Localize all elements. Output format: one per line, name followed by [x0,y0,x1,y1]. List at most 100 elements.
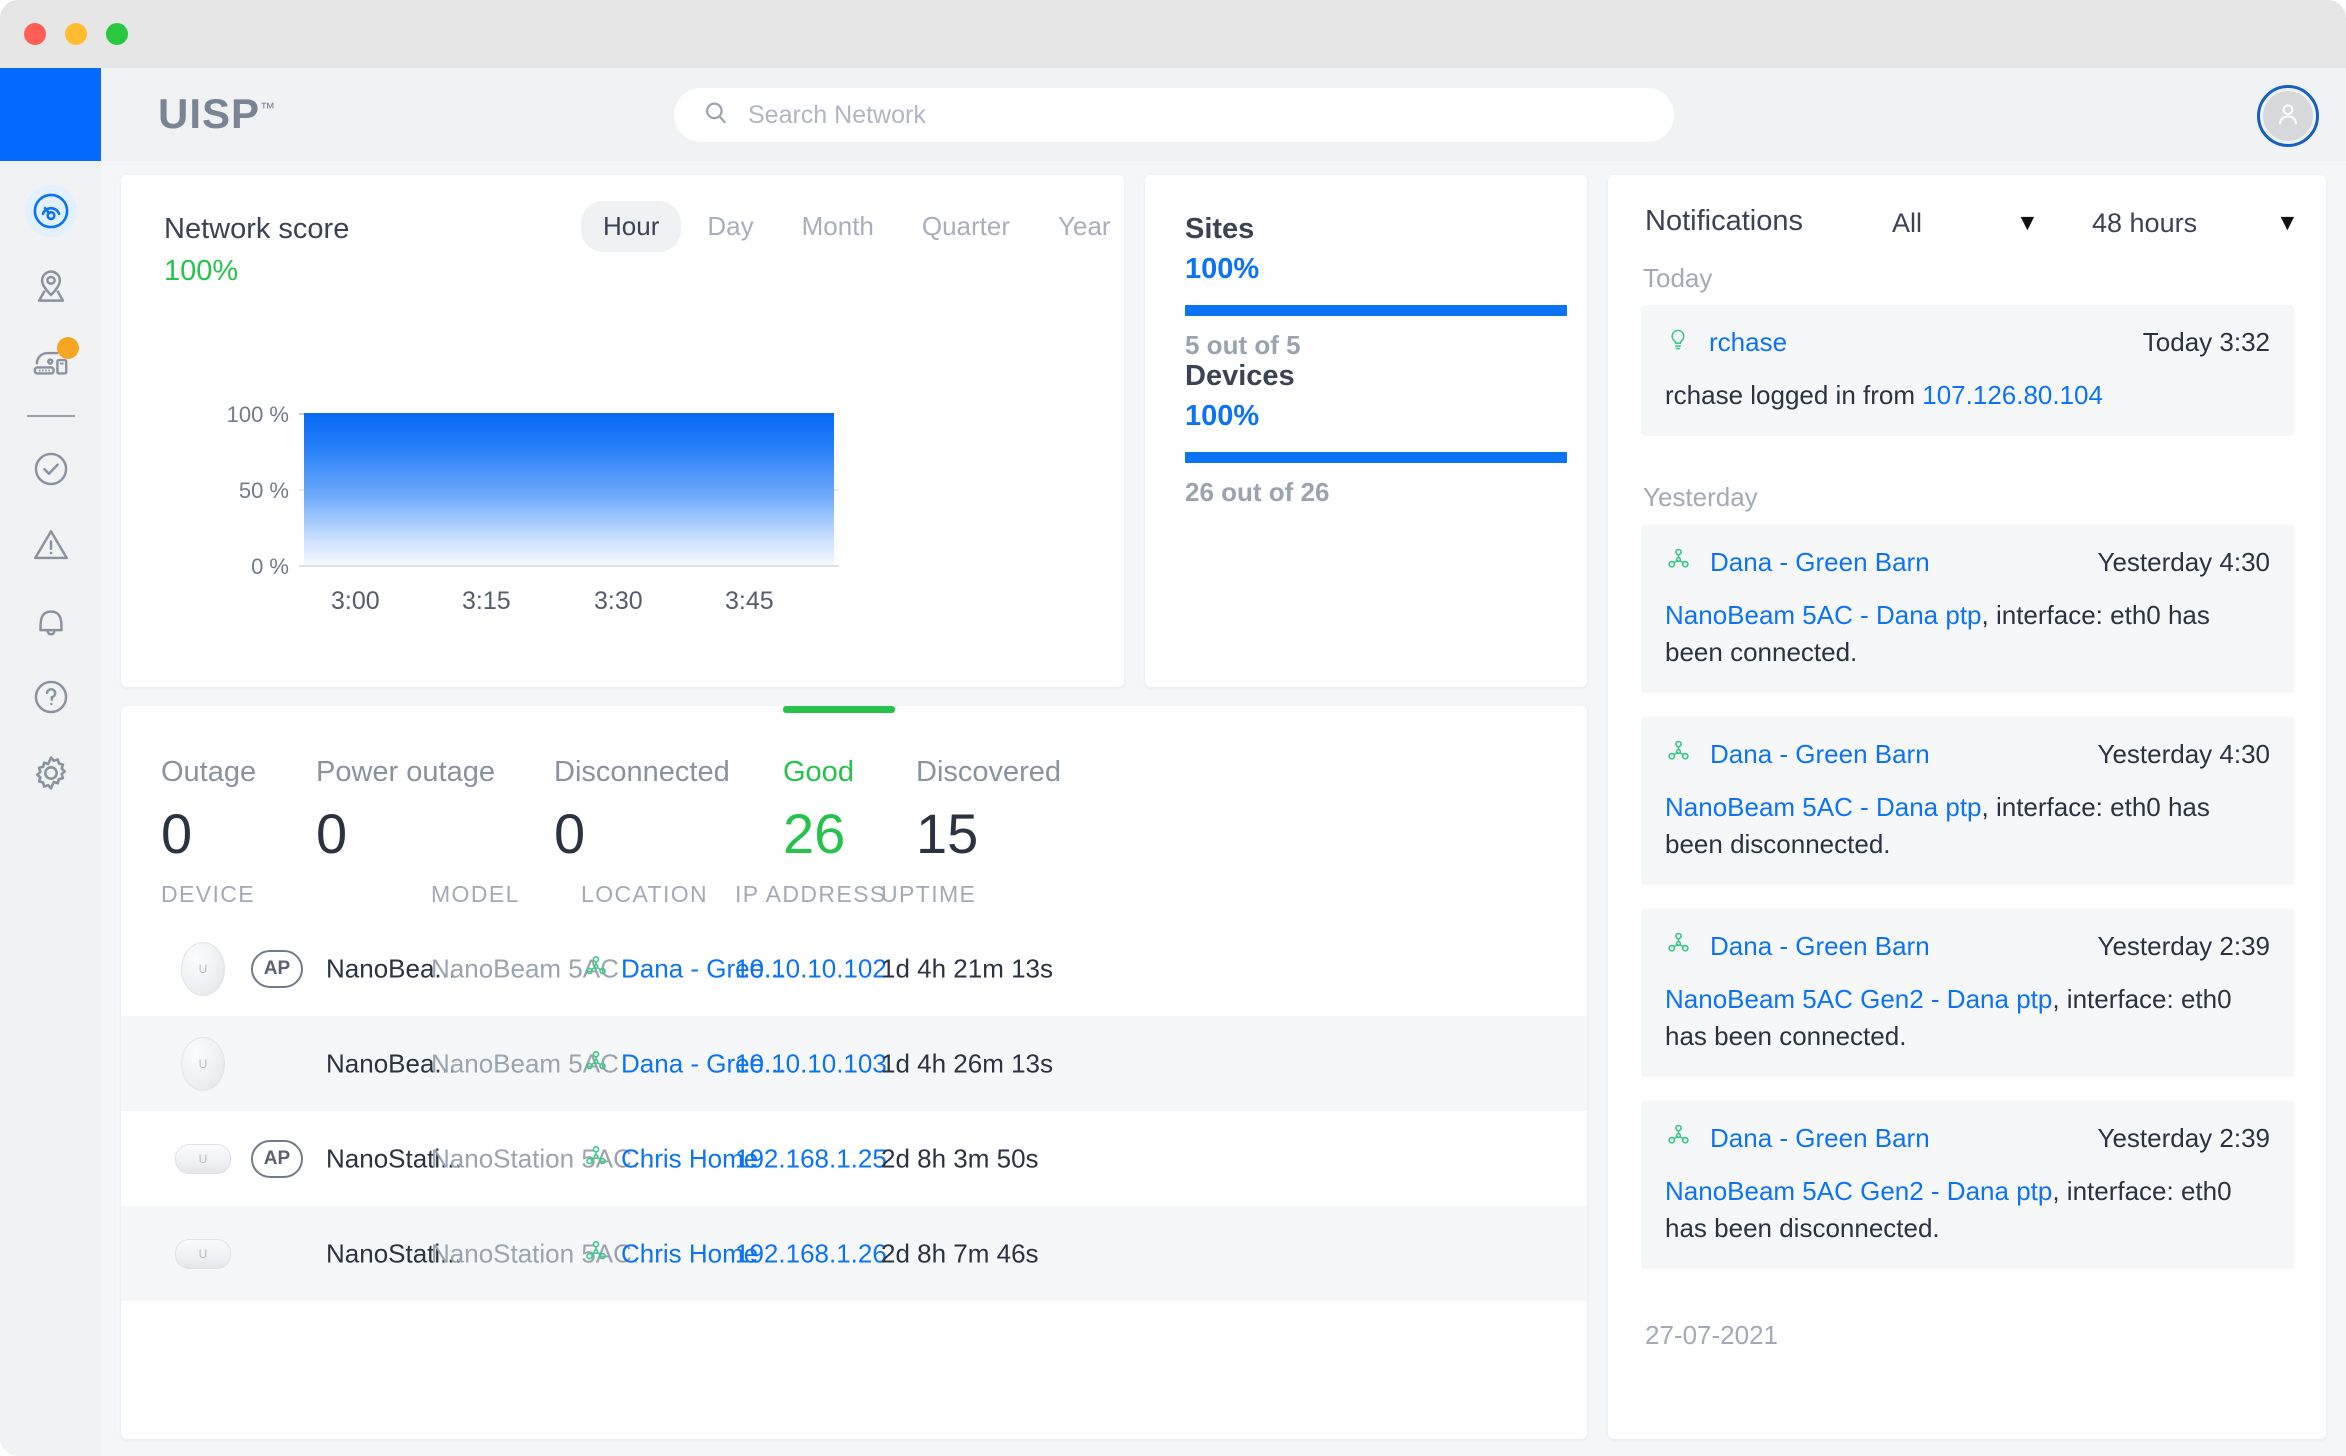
avatar[interactable] [2257,85,2319,147]
cell-ip[interactable]: 10.10.10.103 [735,1048,887,1079]
gridline-0 [299,565,839,567]
table-row[interactable]: U AP NanoStati... NanoStation 5AC... Chr… [121,1111,1587,1206]
sidebar-items [0,173,101,811]
search-icon [702,99,730,132]
maximize-window-button[interactable] [106,23,128,45]
ap-badge: AP [251,949,303,988]
notification-time-filter[interactable]: 48 hours [2092,208,2197,239]
notification-item[interactable]: Dana - Green Barn Yesterday 2:39 NanoBea… [1641,1101,2294,1269]
status-count-good: 26 [783,802,846,865]
app-window: UISP™ Search Network Network score 100% … [0,0,2346,1456]
sidebar-item-dashboard[interactable] [0,173,101,249]
sidebar-item-notifications[interactable] [0,583,101,659]
devices-card: Outage 0 Power outage 0 Disconnected 0 G… [121,706,1587,1439]
notification-item[interactable]: rchase Today 3:32 rchase logged in from … [1641,305,2294,436]
notification-body: rchase logged in from 107.126.80.104 [1665,377,2270,414]
notification-body-link[interactable]: NanoBeam 5AC Gen2 - Dana ptp [1665,1176,2052,1206]
notification-source[interactable]: Dana - Green Barn [1710,931,1930,962]
notification-item[interactable]: Dana - Green Barn Yesterday 4:30 NanoBea… [1641,717,2294,885]
check-circle-icon [30,448,72,490]
sites-sub: 5 out of 5 [1185,330,1301,360]
sidebar-item-help[interactable] [0,659,101,735]
site-topology-icon [583,1238,609,1269]
status-label-outage: Outage [161,756,257,788]
cell-ip[interactable]: 10.10.10.102 [735,953,887,984]
notifications-title: Notifications [1645,205,1803,237]
table-row[interactable]: U NanoStati... NanoStation 5AC... Chris … [121,1206,1587,1301]
sidebar-item-map[interactable] [0,249,101,325]
close-window-button[interactable] [24,23,46,45]
x-tick-1: 3:15 [462,587,511,615]
sidebar-item-settings[interactable] [0,735,101,811]
status-tab-power-outage[interactable]: Power outage 0 [316,756,495,866]
status-label-discovered: Discovered [916,756,1062,788]
status-tab-discovered[interactable]: Discovered 15 [916,756,1061,866]
notification-item[interactable]: Dana - Green Barn Yesterday 2:39 NanoBea… [1641,909,2294,1077]
lightbulb-icon [1665,326,1691,359]
site-topology-icon [583,1048,609,1079]
status-tab-disconnected[interactable]: Disconnected 0 [554,756,730,866]
warning-triangle-icon [30,524,72,566]
sites-progress-fill [1185,305,1567,316]
notification-source[interactable]: Dana - Green Barn [1710,739,1930,770]
range-tab-month[interactable]: Month [780,201,896,252]
status-tab-good[interactable]: Good 26 [783,756,854,866]
sites-devices-card: Sites 100% 5 out of 5 Devices 100% 26 ou… [1145,175,1587,687]
x-tick-0: 3:00 [331,587,380,615]
top-bar: UISP™ Search Network [101,68,2346,161]
app-logo-text: UISP [158,90,261,137]
cell-uptime: 1d 4h 21m 13s [881,953,1054,983]
nanostation-icon: U [175,1238,231,1269]
user-avatar-icon [2273,99,2303,134]
notification-type-filter[interactable]: All [1892,208,1922,239]
site-topology-icon [1665,738,1692,770]
notification-body-link[interactable]: NanoBeam 5AC - Dana ptp [1665,600,1982,630]
status-label-disconnected: Disconnected [554,756,730,788]
x-tick-2: 3:30 [594,587,643,615]
chevron-down-icon[interactable]: ▼ [2016,209,2039,236]
range-tab-hour[interactable]: Hour [581,201,682,252]
y-tick-50: 50 % [238,478,289,503]
notification-source[interactable]: Dana - Green Barn [1710,547,1930,578]
ap-badge: AP [251,1139,303,1178]
notification-group-today: Today [1643,263,1713,293]
app-logo: UISP™ [158,90,276,138]
status-count-disconnected: 0 [554,802,586,865]
notification-body-link[interactable]: NanoBeam 5AC - Dana ptp [1665,792,1982,822]
table-row[interactable]: U AP NanoBea... NanoBeam 5AC Dana - Gree… [121,921,1587,1016]
notification-body: NanoBeam 5AC Gen2 - Dana ptp, interface:… [1665,1173,2270,1247]
range-tab-day[interactable]: Day [685,201,775,252]
nanobeam-dish-icon: U [181,1036,225,1091]
notification-body: NanoBeam 5AC - Dana ptp, interface: eth0… [1665,789,2270,863]
notification-source[interactable]: rchase [1709,327,1787,358]
sidebar-brand-block [0,68,101,161]
notification-body-link[interactable]: 107.126.80.104 [1922,380,2103,410]
range-tab-quarter[interactable]: Quarter [900,201,1032,252]
site-topology-icon [1665,930,1692,962]
status-label-good: Good [783,756,854,788]
chevron-down-icon[interactable]: ▼ [2276,209,2299,236]
y-tick-0: 0 % [251,554,289,579]
col-header-location: LOCATION [581,881,709,907]
time-range-tabs: Hour Day Month Quarter Year [581,201,1133,252]
network-score-chart: 100 % 50 % 0 % 3:00 3:15 3:30 3:45 [121,315,1124,675]
cell-ip[interactable]: 192.168.1.26 [735,1238,887,1269]
devices-badge [57,337,79,359]
sidebar-item-alerts[interactable] [0,507,101,583]
status-tab-outage[interactable]: Outage 0 [161,756,256,866]
notification-body-prefix: rchase logged in from [1665,380,1923,410]
notification-source[interactable]: Dana - Green Barn [1710,1123,1930,1154]
search-input[interactable]: Search Network [674,88,1674,142]
window-traffic-lights [24,23,128,45]
notifications-card: Notifications All ▼ 48 hours ▼ Today rch… [1608,175,2326,1439]
table-row[interactable]: U NanoBea... NanoBeam 5AC Dana - Gree...… [121,1016,1587,1111]
minimize-window-button[interactable] [65,23,87,45]
devices-progress-bar [1185,452,1567,463]
range-tab-year[interactable]: Year [1036,201,1133,252]
notification-item[interactable]: Dana - Green Barn Yesterday 4:30 NanoBea… [1641,525,2294,693]
sidebar-item-devices[interactable] [0,325,101,401]
notification-body-link[interactable]: NanoBeam 5AC Gen2 - Dana ptp [1665,984,2052,1014]
devices-label: Devices [1185,360,1295,392]
cell-ip[interactable]: 192.168.1.25 [735,1143,887,1174]
sidebar-item-health[interactable] [0,431,101,507]
